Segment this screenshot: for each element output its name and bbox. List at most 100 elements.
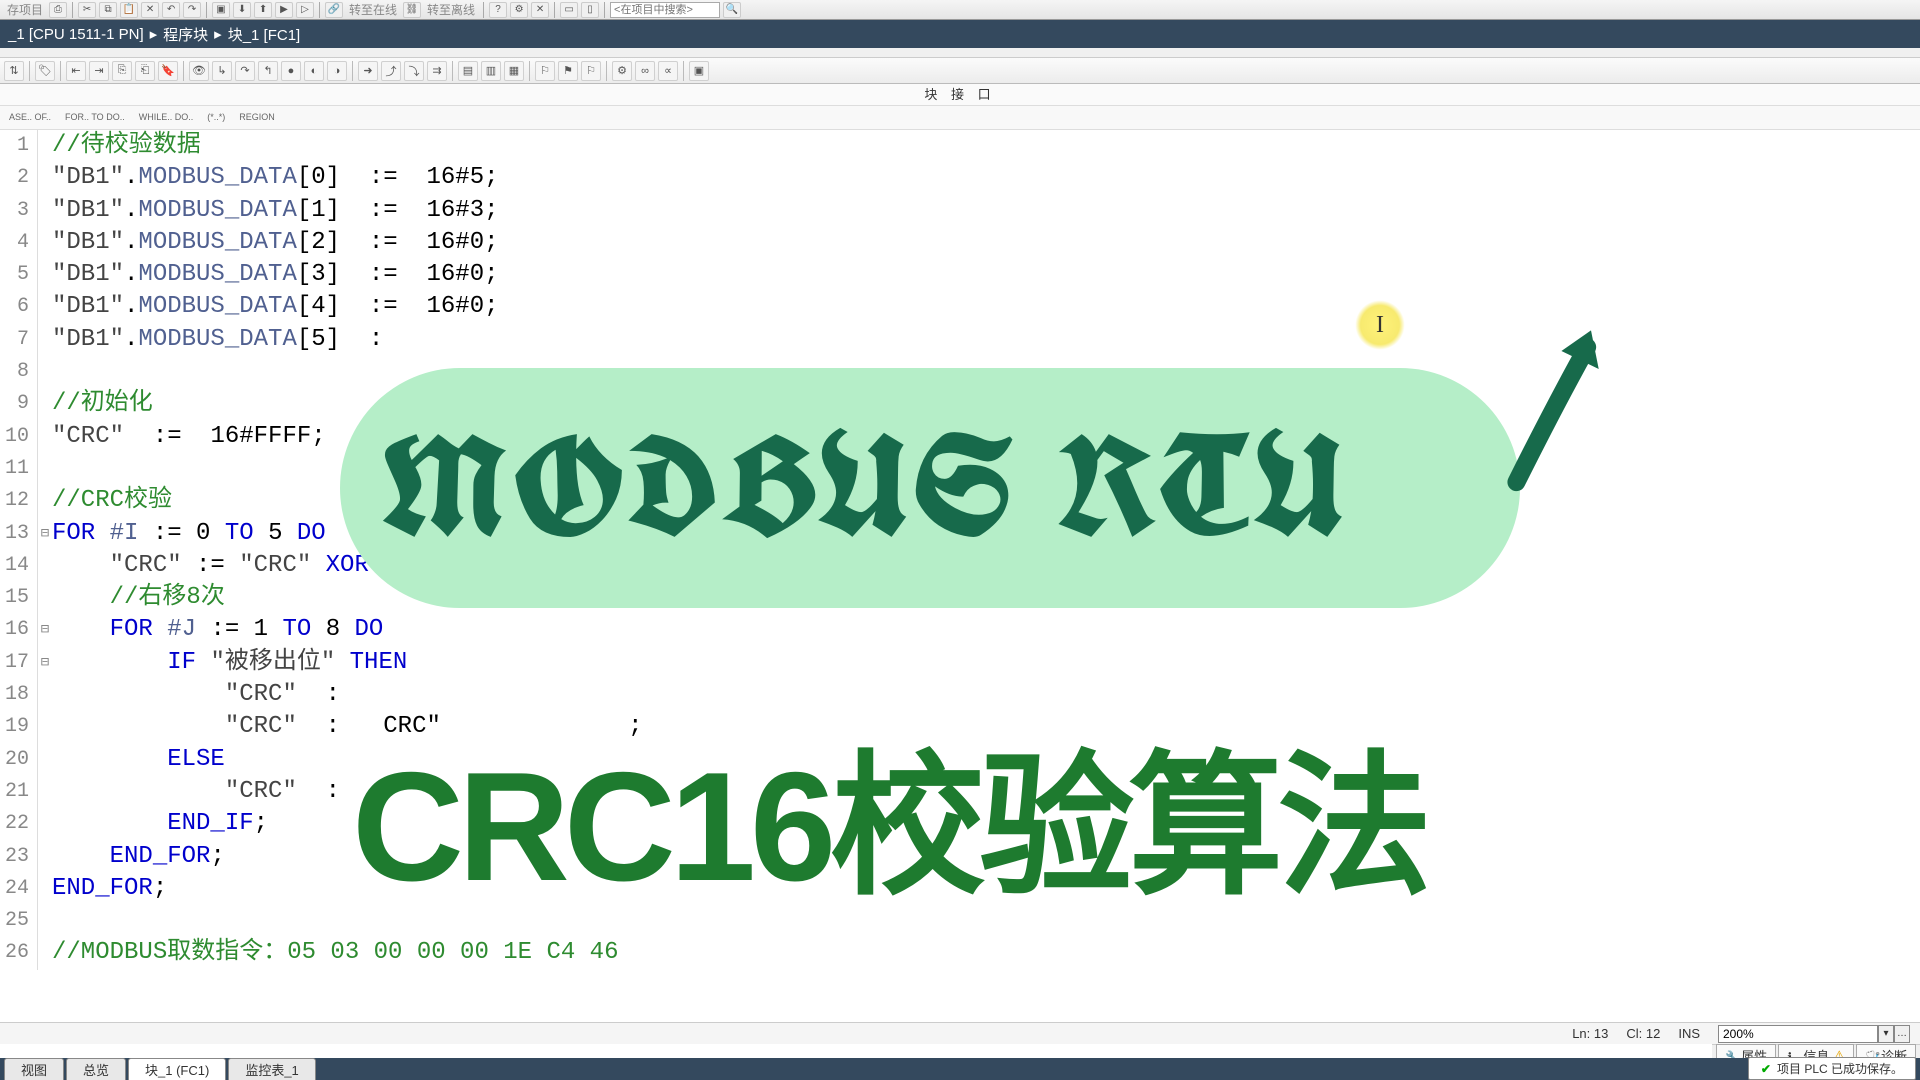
tab-block-fc1[interactable]: 块_1 (FC1) bbox=[128, 1058, 226, 1080]
code-line[interactable]: 5"DB1".MODBUS_DATA[3] := 16#0; bbox=[0, 259, 1920, 291]
help-icon[interactable]: ? bbox=[489, 2, 507, 18]
code-text[interactable]: "CRC" : bbox=[52, 679, 340, 711]
goto-icon[interactable]: ➜ bbox=[358, 61, 378, 81]
close-icon[interactable]: ✕ bbox=[531, 2, 549, 18]
zoom-select[interactable] bbox=[1718, 1025, 1878, 1043]
snippet-comment[interactable]: (*..*) bbox=[204, 113, 228, 122]
save-project-label[interactable]: 存项目 bbox=[4, 1, 46, 18]
search-icon[interactable]: 🔍 bbox=[723, 2, 741, 18]
goto-def-icon[interactable]: ⤴ bbox=[381, 61, 401, 81]
code-text[interactable]: //右移8次 bbox=[52, 582, 225, 614]
code-line[interactable]: 7"DB1".MODBUS_DATA[5] : bbox=[0, 324, 1920, 356]
flag-c-icon[interactable]: ⚐ bbox=[581, 61, 601, 81]
crumb-blocks[interactable]: 程序块 bbox=[163, 24, 208, 45]
step-in-icon[interactable]: ↳ bbox=[212, 61, 232, 81]
code-text[interactable]: "CRC" := 16#FFFF; bbox=[52, 421, 326, 453]
upload-icon[interactable]: ⬆ bbox=[254, 2, 272, 18]
crumb-plc[interactable]: _1 [CPU 1511-1 PN] bbox=[8, 26, 144, 43]
code-line[interactable]: 6"DB1".MODBUS_DATA[4] := 16#0; bbox=[0, 291, 1920, 323]
goto-use-icon[interactable]: ⇉ bbox=[427, 61, 447, 81]
bp2-icon[interactable]: ◐ bbox=[304, 61, 324, 81]
code-text[interactable]: "DB1".MODBUS_DATA[4] := 16#0; bbox=[52, 291, 499, 323]
paste-icon[interactable]: 📋 bbox=[120, 2, 138, 18]
tab-watch-table[interactable]: 监控表_1 bbox=[228, 1058, 315, 1080]
tab-overview[interactable]: 总览 bbox=[66, 1058, 126, 1080]
print-icon[interactable]: ⎙ bbox=[49, 2, 67, 18]
region-b-icon[interactable]: ▥ bbox=[481, 61, 501, 81]
region-c-icon[interactable]: ▦ bbox=[504, 61, 524, 81]
code-line[interactable]: 16⊟ FOR #J := 1 TO 8 DO bbox=[0, 614, 1920, 646]
simulate-icon[interactable]: ▶ bbox=[275, 2, 293, 18]
snippet-region[interactable]: REGION bbox=[236, 113, 278, 122]
layout-b-icon[interactable]: ▯ bbox=[581, 2, 599, 18]
snippet-case[interactable]: ASE.. OF.. bbox=[6, 113, 54, 122]
code-text[interactable]: "DB1".MODBUS_DATA[2] := 16#0; bbox=[52, 227, 499, 259]
code-line[interactable]: 3"DB1".MODBUS_DATA[1] := 16#3; bbox=[0, 195, 1920, 227]
copy-icon[interactable]: ⧉ bbox=[99, 2, 117, 18]
code-text[interactable]: "DB1".MODBUS_DATA[3] := 16#0; bbox=[52, 259, 499, 291]
go-online-label[interactable]: 转至在线 bbox=[346, 1, 400, 18]
snippet-while[interactable]: WHILE.. DO.. bbox=[136, 113, 197, 122]
download-icon[interactable]: ⬇ bbox=[233, 2, 251, 18]
block-interface-header[interactable]: 块 接 口 bbox=[0, 84, 1920, 106]
code-line[interactable]: 1//待校验数据 bbox=[0, 130, 1920, 162]
link2-icon[interactable]: ∝ bbox=[658, 61, 678, 81]
undo-icon[interactable]: ↶ bbox=[162, 2, 180, 18]
redo-icon[interactable]: ↷ bbox=[183, 2, 201, 18]
zoom-dropdown-icon[interactable]: ▾ bbox=[1878, 1025, 1894, 1043]
flag-a-icon[interactable]: ⚐ bbox=[535, 61, 555, 81]
go-offline-label[interactable]: 转至离线 bbox=[424, 1, 478, 18]
go-online-icon[interactable]: 🔗 bbox=[325, 2, 343, 18]
monitor-icon[interactable]: 👁 bbox=[189, 61, 209, 81]
code-text[interactable]: ELSE bbox=[52, 744, 225, 776]
cut-icon[interactable]: ✂ bbox=[78, 2, 96, 18]
step-over-icon[interactable]: ↷ bbox=[235, 61, 255, 81]
code-text[interactable]: "DB1".MODBUS_DATA[1] := 16#3; bbox=[52, 195, 499, 227]
step-out-icon[interactable]: ↰ bbox=[258, 61, 278, 81]
zoom-control[interactable]: ▾ … bbox=[1718, 1025, 1910, 1043]
snippet-for[interactable]: FOR.. TO DO.. bbox=[62, 113, 128, 122]
bookmark-icon[interactable]: 🔖 bbox=[158, 61, 178, 81]
indent-out-icon[interactable]: ⇤ bbox=[66, 61, 86, 81]
code-line[interactable]: 17⊟ IF "被移出位" THEN bbox=[0, 647, 1920, 679]
code-text[interactable]: FOR #J := 1 TO 8 DO bbox=[52, 614, 383, 646]
code-text[interactable]: //待校验数据 bbox=[52, 130, 201, 162]
code-text[interactable]: END_IF; bbox=[52, 808, 268, 840]
code-text[interactable]: END_FOR; bbox=[52, 873, 167, 905]
compile-icon[interactable]: ▣ bbox=[212, 2, 230, 18]
flag-b-icon[interactable]: ⚑ bbox=[558, 61, 578, 81]
tab-view[interactable]: 视图 bbox=[4, 1058, 64, 1080]
go-offline-icon[interactable]: ⛓ bbox=[403, 2, 421, 18]
settings-icon[interactable]: ⚙ bbox=[612, 61, 632, 81]
code-text[interactable]: //初始化 bbox=[52, 388, 153, 420]
tag-icon[interactable]: 🏷 bbox=[35, 61, 55, 81]
project-search-input[interactable] bbox=[610, 2, 720, 18]
uncomment-icon[interactable]: ⎗ bbox=[135, 61, 155, 81]
collapse-icon[interactable]: ▣ bbox=[689, 61, 709, 81]
region-a-icon[interactable]: ▤ bbox=[458, 61, 478, 81]
code-line[interactable]: 4"DB1".MODBUS_DATA[2] := 16#0; bbox=[0, 227, 1920, 259]
layout-a-icon[interactable]: ▭ bbox=[560, 2, 578, 18]
zoom-minus-icon[interactable]: … bbox=[1894, 1025, 1910, 1043]
code-text[interactable]: //MODBUS取数指令：05 03 00 00 00 1E C4 46 bbox=[52, 937, 618, 969]
crumb-fc1[interactable]: 块_1 [FC1] bbox=[228, 24, 301, 45]
tool-icon[interactable]: ⚙ bbox=[510, 2, 528, 18]
code-line[interactable]: 26//MODBUS取数指令：05 03 00 00 00 1E C4 46 bbox=[0, 937, 1920, 969]
code-text[interactable]: "DB1".MODBUS_DATA[0] := 16#5; bbox=[52, 162, 499, 194]
indent-in-icon[interactable]: ⇥ bbox=[89, 61, 109, 81]
code-text[interactable]: IF "被移出位" THEN bbox=[52, 647, 407, 679]
bp3-icon[interactable]: ◑ bbox=[327, 61, 347, 81]
code-text[interactable]: END_FOR; bbox=[52, 841, 225, 873]
code-text[interactable]: FOR #I := 0 TO 5 DO bbox=[52, 518, 326, 550]
fold-toggle-icon[interactable]: ⊟ bbox=[38, 647, 52, 679]
update-icon[interactable]: ⇅ bbox=[4, 61, 24, 81]
link-icon[interactable]: ∞ bbox=[635, 61, 655, 81]
code-text[interactable]: //CRC校验 bbox=[52, 485, 172, 517]
goto-ref-icon[interactable]: ⤵ bbox=[404, 61, 424, 81]
fold-toggle-icon[interactable]: ⊟ bbox=[38, 614, 52, 646]
comment-icon[interactable]: ⎘ bbox=[112, 61, 132, 81]
fold-toggle-icon[interactable]: ⊟ bbox=[38, 518, 52, 550]
breakpoint-icon[interactable]: ● bbox=[281, 61, 301, 81]
run-icon[interactable]: ▷ bbox=[296, 2, 314, 18]
code-text[interactable]: "DB1".MODBUS_DATA[5] : bbox=[52, 324, 383, 356]
